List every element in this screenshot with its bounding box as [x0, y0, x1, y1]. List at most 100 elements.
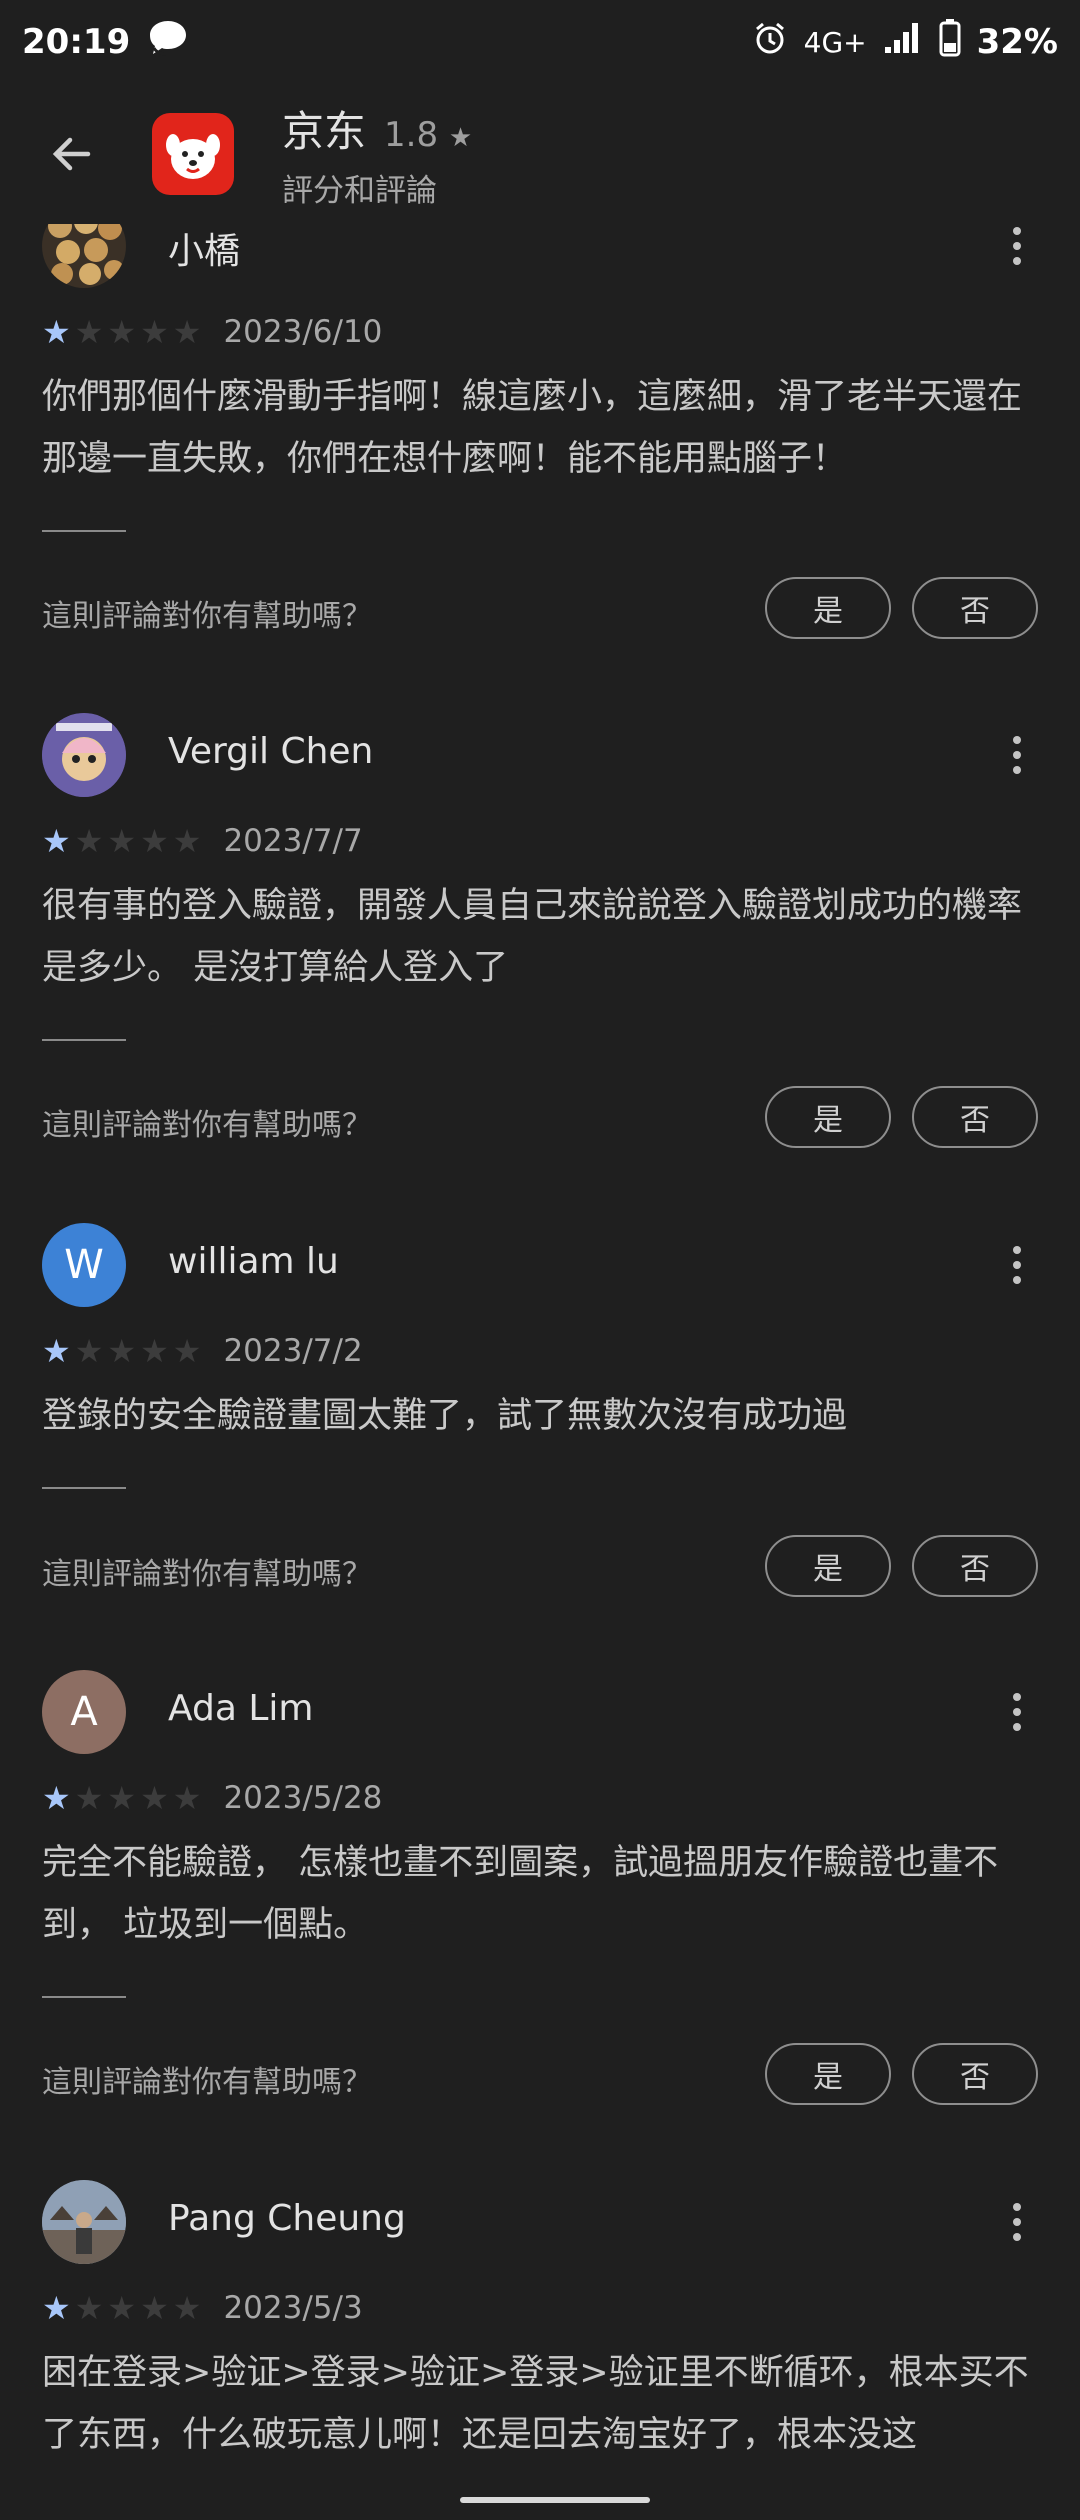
star-rating: ★ ★ ★ ★ ★	[42, 316, 201, 348]
review-rating-row: ★ ★ ★ ★ ★ 2023/5/28	[42, 1778, 382, 1818]
review-author-row: Pang Cheung	[0, 2180, 1080, 2264]
star-empty-icon: ★	[74, 1779, 104, 1817]
divider	[42, 530, 126, 532]
review-author: 小橋	[168, 231, 241, 272]
star-rating: ★ ★ ★ ★ ★	[42, 2292, 201, 2324]
star-empty-icon: ★	[140, 1332, 169, 1370]
divider	[42, 1996, 126, 1998]
arrow-left-icon	[52, 137, 91, 171]
helpful-question: 這則評論對你有幫助嗎？	[42, 599, 372, 634]
star-filled-icon: ★	[42, 1779, 71, 1817]
star-empty-icon: ★	[107, 1779, 137, 1817]
helpful-row: 這則評論對你有幫助嗎？ 是 否	[0, 1535, 1080, 1599]
divider	[42, 1487, 126, 1489]
star-empty-icon: ★	[107, 2289, 137, 2327]
review-date: 2023/5/3	[223, 2290, 363, 2326]
helpful-yes-button[interactable]: 是	[765, 577, 891, 639]
star-empty-icon: ★	[140, 822, 169, 860]
jd-dog-logo-icon	[166, 134, 220, 179]
star-empty-icon: ★	[140, 313, 169, 351]
review-author: william lu	[168, 1241, 339, 1282]
app-rating-value: 1.8	[384, 115, 439, 155]
more-options-button[interactable]	[992, 727, 1042, 783]
review-author: Pang Cheung	[168, 2198, 406, 2239]
helpful-row: 這則評論對你有幫助嗎？ 是 否	[0, 577, 1080, 641]
helpful-question: 這則評論對你有幫助嗎？	[42, 1108, 372, 1143]
star-rating: ★ ★ ★ ★ ★	[42, 1335, 201, 1367]
helpful-question: 這則評論對你有幫助嗎？	[42, 1557, 372, 1592]
review-text: 你們那個什麼滑動手指啊！線這麼小，這麼細，滑了老半天還在那邊一直失敗，你們在想什…	[42, 377, 1023, 479]
chat-bubble-icon	[146, 18, 190, 67]
review-date: 2023/7/2	[223, 1333, 363, 1369]
star-empty-icon: ★	[74, 1332, 104, 1370]
review-rating-row: ★ ★ ★ ★ ★ 2023/7/7	[42, 821, 363, 861]
star-empty-icon: ★	[107, 1332, 137, 1370]
cartoon-avatar-icon	[42, 713, 126, 797]
star-rating: ★ ★ ★ ★ ★	[42, 1782, 201, 1814]
star-empty-icon: ★	[74, 313, 104, 351]
star-empty-icon: ★	[172, 313, 202, 351]
star-empty-icon: ★	[172, 1332, 202, 1370]
more-options-button[interactable]	[992, 218, 1042, 274]
helpful-no-button[interactable]: 否	[912, 1535, 1038, 1597]
review-rating-row: ★ ★ ★ ★ ★ 2023/5/3	[42, 2288, 363, 2328]
helpful-row: 這則評論對你有幫助嗎？ 是 否	[0, 2043, 1080, 2107]
review-author-row: Vergil Chen	[0, 713, 1080, 797]
divider	[42, 1039, 126, 1041]
star-empty-icon: ★	[172, 1779, 202, 1817]
star-filled-icon: ★	[42, 1332, 71, 1370]
app-rating: 1.8 ★	[384, 115, 472, 155]
helpful-yes-button[interactable]: 是	[765, 1086, 891, 1148]
battery-percent: 32%	[976, 22, 1058, 62]
more-options-button[interactable]	[992, 1684, 1042, 1740]
review-rating-row: ★ ★ ★ ★ ★ 2023/6/10	[42, 312, 382, 352]
helpful-yes-button[interactable]: 是	[765, 2043, 891, 2105]
review-date: 2023/7/7	[223, 823, 363, 859]
alarm-icon	[752, 20, 788, 65]
review-text: 登錄的安全驗證畫圖太難了，試了無數次沒有成功過	[42, 1396, 848, 1436]
review-author: Vergil Chen	[168, 731, 374, 772]
app-name: 京东	[282, 107, 367, 156]
avatar	[42, 713, 126, 797]
review-date: 2023/6/10	[223, 314, 383, 350]
star-empty-icon: ★	[107, 313, 137, 351]
review-date: 2023/5/28	[223, 1780, 383, 1816]
review-text: 完全不能驗證， 怎樣也畫不到圖案，試過搵朋友作驗證也畫不到， 垃圾到一個點。	[42, 1843, 999, 1945]
star-empty-icon: ★	[140, 1779, 169, 1817]
rating-star-icon: ★	[448, 123, 473, 153]
star-filled-icon: ★	[42, 313, 71, 351]
star-rating: ★ ★ ★ ★ ★	[42, 825, 201, 857]
avatar: A	[42, 1670, 126, 1754]
helpful-no-button[interactable]: 否	[912, 1086, 1038, 1148]
signal-icon	[883, 21, 923, 64]
review-author: Ada Lim	[168, 1688, 314, 1729]
review-author-row: A Ada Lim	[0, 1670, 1080, 1754]
review-author-row: W william lu	[0, 1223, 1080, 1307]
star-filled-icon: ★	[42, 2289, 71, 2327]
battery-icon	[939, 18, 961, 66]
avatar: W	[42, 1223, 126, 1307]
app-icon	[152, 113, 234, 195]
star-empty-icon: ★	[172, 2289, 202, 2327]
review-text: 很有事的登入驗證，開發人員自己來說說登入驗證划成功的機率是多少。 是沒打算給人登…	[42, 886, 1023, 988]
star-filled-icon: ★	[42, 822, 71, 860]
photo-avatar-icon	[42, 2180, 126, 2264]
avatar	[42, 2180, 126, 2264]
star-empty-icon: ★	[74, 822, 104, 860]
star-empty-icon: ★	[172, 822, 202, 860]
more-options-button[interactable]	[992, 2194, 1042, 2250]
helpful-yes-button[interactable]: 是	[765, 1535, 891, 1597]
more-options-button[interactable]	[992, 1237, 1042, 1293]
helpful-no-button[interactable]: 否	[912, 2043, 1038, 2105]
star-empty-icon: ★	[107, 822, 137, 860]
back-button[interactable]	[32, 114, 112, 194]
helpful-row: 這則評論對你有幫助嗎？ 是 否	[0, 1086, 1080, 1150]
helpful-question: 這則評論對你有幫助嗎？	[42, 2065, 372, 2100]
review-text: 困在登录>验证>登录>验证>登录>验证里不断循环，根本买不了东西，什么破玩意儿啊…	[42, 2353, 1029, 2455]
network-type: 4G+	[803, 25, 867, 59]
gesture-nav-handle[interactable]	[460, 2497, 650, 2503]
helpful-no-button[interactable]: 否	[912, 577, 1038, 639]
status-bar: 20:19 4G+ 32%	[0, 0, 1080, 84]
review-rating-row: ★ ★ ★ ★ ★ 2023/7/2	[42, 1331, 363, 1371]
star-empty-icon: ★	[74, 2289, 104, 2327]
